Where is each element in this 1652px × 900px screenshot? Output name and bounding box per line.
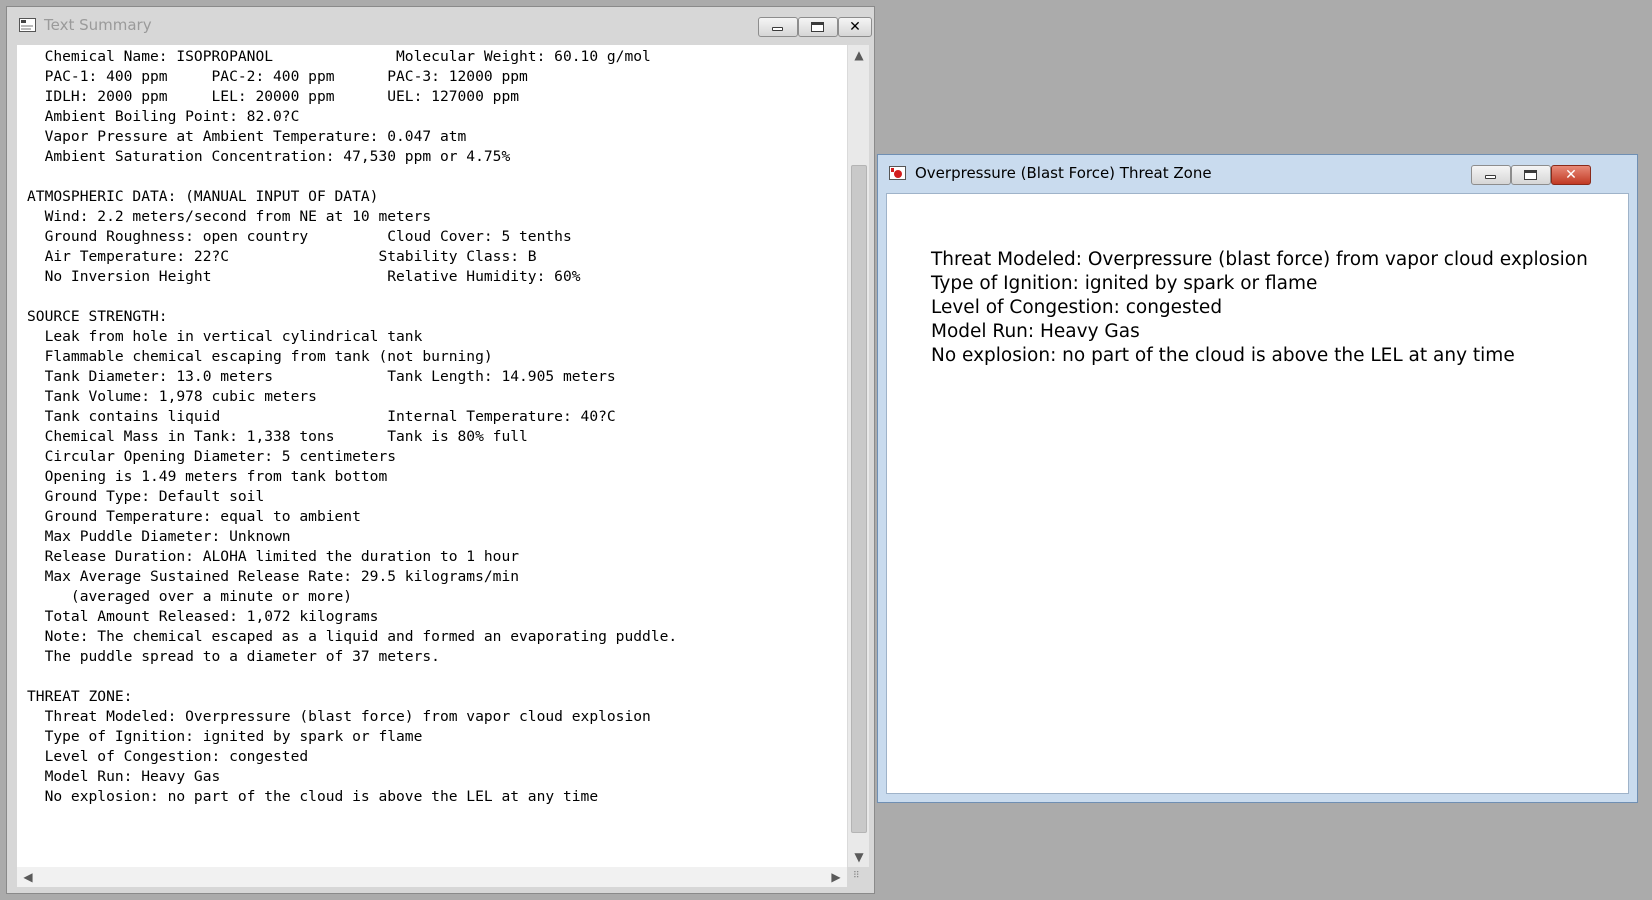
summary-line: Level of Congestion: congested [27,748,309,765]
summary-line: No explosion: no part of the cloud is ab… [27,788,599,805]
threat-line: Model Run: Heavy Gas [931,321,1140,342]
summary-line: Ground Temperature: equal to ambient [27,508,361,525]
summary-line: Type of Ignition: ignited by spark or fl… [27,728,423,745]
summary-line: Wind: 2.2 meters/second from NE at 10 me… [27,208,432,225]
text-summary-window[interactable]: Text Summary ✕ Chemical Name: ISOPROPANO… [6,6,875,894]
scroll-thumb[interactable] [851,165,867,833]
minimize-button[interactable] [758,17,798,37]
summary-line: Threat Modeled: Overpressure (blast forc… [27,708,651,725]
minimize-icon [1485,175,1496,179]
maximize-icon [811,22,824,32]
summary-line: Ambient Saturation Concentration: 47,530… [27,148,511,165]
summary-line: SOURCE STRENGTH: [27,308,168,325]
summary-line: No Inversion Height Relative Humidity: 6… [27,268,581,285]
summary-line: Total Amount Released: 1,072 kilograms [27,608,379,625]
maximize-icon [1524,170,1537,180]
maximize-button[interactable] [1511,165,1551,185]
close-button[interactable]: ✕ [838,17,872,37]
close-button[interactable]: ✕ [1551,165,1591,185]
summary-line: Circular Opening Diameter: 5 centimeters [27,448,397,465]
blast-threat-zone-window[interactable]: Overpressure (Blast Force) Threat Zone ✕… [877,154,1638,803]
text-summary-titlebar[interactable]: Text Summary ✕ [7,7,874,41]
summary-line: Ground Type: Default soil [27,488,265,505]
summary-line: Chemical Name: ISOPROPANOL Molecular Wei… [27,48,651,65]
summary-line: Leak from hole in vertical cylindrical t… [27,328,423,345]
summary-line: Note: The chemical escaped as a liquid a… [27,628,678,645]
summary-line: Max Average Sustained Release Rate: 29.5… [27,568,520,585]
threat-line: Level of Congestion: congested [931,297,1223,318]
threat-line: Threat Modeled: Overpressure (blast forc… [931,249,1588,270]
summary-line: The puddle spread to a diameter of 37 me… [27,648,440,665]
summary-line: Air Temperature: 22?C Stability Class: B [27,248,537,265]
summary-line: Release Duration: ALOHA limited the dura… [27,548,520,565]
threat-line: Type of Ignition: ignited by spark or fl… [931,273,1318,294]
scroll-up-arrow-icon[interactable]: ▲ [848,45,870,65]
summary-line: Flammable chemical escaping from tank (n… [27,348,493,365]
minimize-button[interactable] [1471,165,1511,185]
scroll-left-arrow-icon[interactable]: ◀ [17,867,39,887]
text-summary-content[interactable]: Chemical Name: ISOPROPANOL Molecular Wei… [17,45,847,867]
summary-line: Tank Diameter: 13.0 meters Tank Length: … [27,368,616,385]
summary-line: PAC-1: 400 ppm PAC-2: 400 ppm PAC-3: 120… [27,68,528,85]
blast-window-content: Threat Modeled: Overpressure (blast forc… [886,193,1629,794]
summary-line: Chemical Mass in Tank: 1,338 tons Tank i… [27,428,528,445]
summary-line: Opening is 1.49 meters from tank bottom [27,468,388,485]
scroll-down-arrow-icon[interactable]: ▼ [848,847,870,867]
text-document-icon [19,18,36,32]
close-icon: ✕ [849,19,861,35]
summary-line: Vapor Pressure at Ambient Temperature: 0… [27,128,467,145]
vertical-scrollbar[interactable]: ▲ ▼ [847,45,869,867]
resize-grip-icon[interactable]: ⠿ [853,872,865,885]
threat-zone-icon [889,166,906,180]
summary-line: Tank Volume: 1,978 cubic meters [27,388,317,405]
maximize-button[interactable] [798,17,838,37]
summary-line: Ground Roughness: open country Cloud Cov… [27,228,572,245]
summary-line: ATMOSPHERIC DATA: (MANUAL INPUT OF DATA) [27,188,379,205]
blast-window-titlebar[interactable]: Overpressure (Blast Force) Threat Zone ✕ [878,155,1637,189]
window-title: Text Summary [44,16,152,34]
summary-line: THREAT ZONE: [27,688,133,705]
horizontal-scrollbar[interactable]: ◀ ▶ [17,867,847,887]
summary-line: Model Run: Heavy Gas [27,768,221,785]
summary-line: Tank contains liquid Internal Temperatur… [27,408,616,425]
threat-line: No explosion: no part of the cloud is ab… [931,345,1515,366]
summary-line: Max Puddle Diameter: Unknown [27,528,291,545]
scroll-right-arrow-icon[interactable]: ▶ [825,867,847,887]
summary-line: (averaged over a minute or more) [27,588,353,605]
summary-line: IDLH: 2000 ppm LEL: 20000 ppm UEL: 12700… [27,88,520,105]
close-icon: ✕ [1565,167,1577,183]
summary-line: Ambient Boiling Point: 82.0?C [27,108,300,125]
window-title: Overpressure (Blast Force) Threat Zone [915,164,1212,182]
minimize-icon [772,27,783,31]
